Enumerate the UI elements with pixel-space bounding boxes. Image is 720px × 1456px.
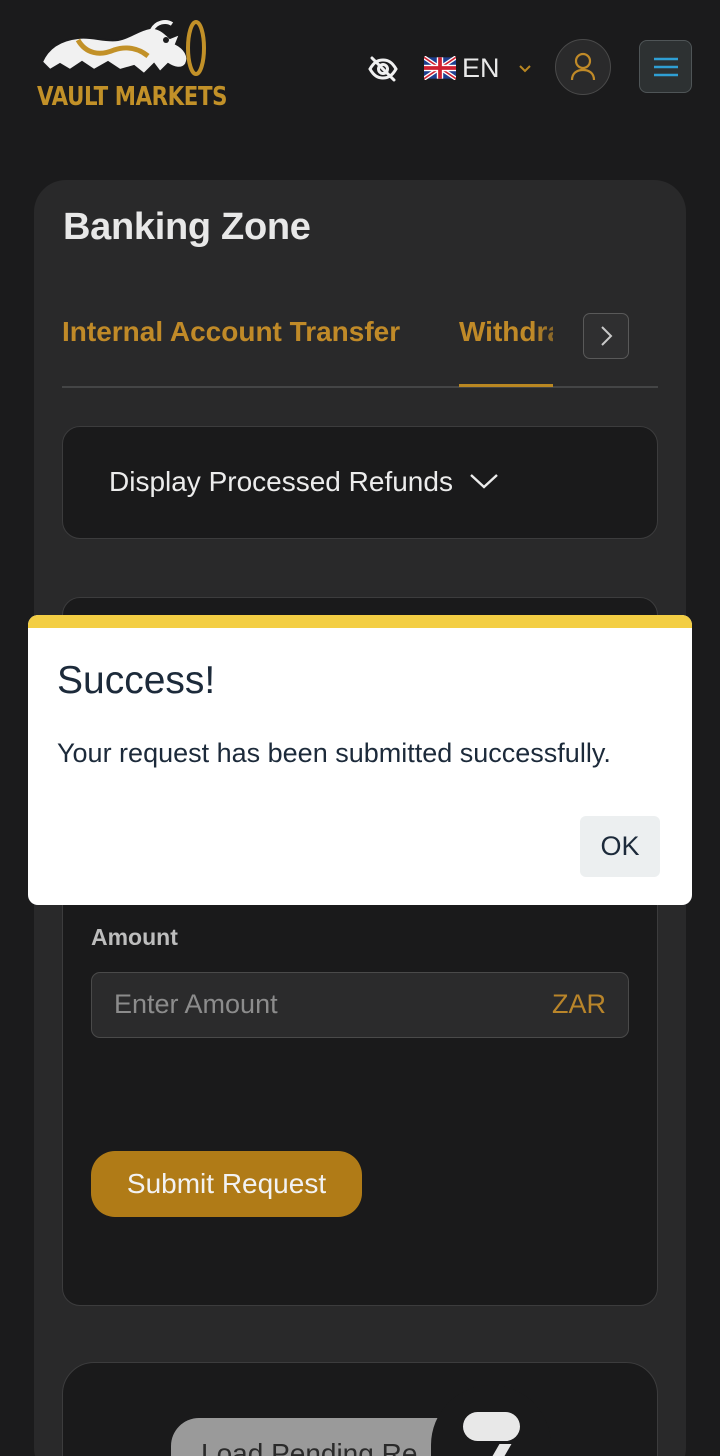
dialog-accent-bar: [28, 615, 692, 628]
bull-logo-icon: [40, 20, 206, 76]
brand-wordmark: VAULT MARKETS: [37, 82, 228, 112]
dialog-ok-button[interactable]: OK: [580, 816, 660, 877]
top-header: VAULT MARKETS EN: [0, 0, 720, 140]
amount-input[interactable]: [114, 973, 534, 1036]
currency-label: ZAR: [552, 989, 606, 1019]
user-icon: [570, 52, 596, 81]
refunds-toggle-label: Display Processed Refunds: [109, 466, 453, 497]
success-dialog: Success! Your request has been submitted…: [28, 615, 692, 905]
banking-tabs: Internal Account Transfer Withdrawals: [62, 300, 658, 390]
submit-request-button[interactable]: Submit Request: [91, 1151, 362, 1217]
tabs-divider: [62, 386, 658, 388]
hide-balance-button[interactable]: [364, 50, 402, 88]
profile-button[interactable]: [555, 39, 611, 95]
tabs-scroll-right-button[interactable]: [583, 313, 629, 359]
chevron-down-icon: [470, 474, 498, 489]
load-pending-label: Load Pending Re: [201, 1438, 418, 1456]
processed-refunds-toggle[interactable]: Display Processed Refunds: [62, 426, 658, 539]
language-label: EN: [462, 52, 500, 83]
main-menu-button[interactable]: [639, 40, 692, 93]
amount-label: Amount: [91, 924, 178, 950]
load-pending-requests-button[interactable]: Load Pending Re: [171, 1418, 461, 1456]
active-tab-indicator: [459, 384, 553, 387]
chevron-down-icon: [518, 65, 531, 73]
chevron-right-icon: [601, 326, 613, 346]
dialog-message: Your request has been submitted successf…: [57, 738, 611, 768]
chat-icon: [463, 1412, 520, 1441]
tab-internal-account-transfer[interactable]: Internal Account Transfer: [62, 316, 400, 348]
language-selector[interactable]: EN: [424, 48, 534, 88]
uk-flag-icon: [424, 56, 456, 80]
amount-field[interactable]: ZAR: [91, 972, 629, 1038]
eye-off-icon: [368, 56, 398, 82]
hamburger-menu-icon: [653, 57, 678, 76]
brand-logo[interactable]: VAULT MARKETS: [34, 18, 227, 118]
dialog-title: Success!: [57, 659, 216, 702]
page-title: Banking Zone: [63, 206, 311, 248]
